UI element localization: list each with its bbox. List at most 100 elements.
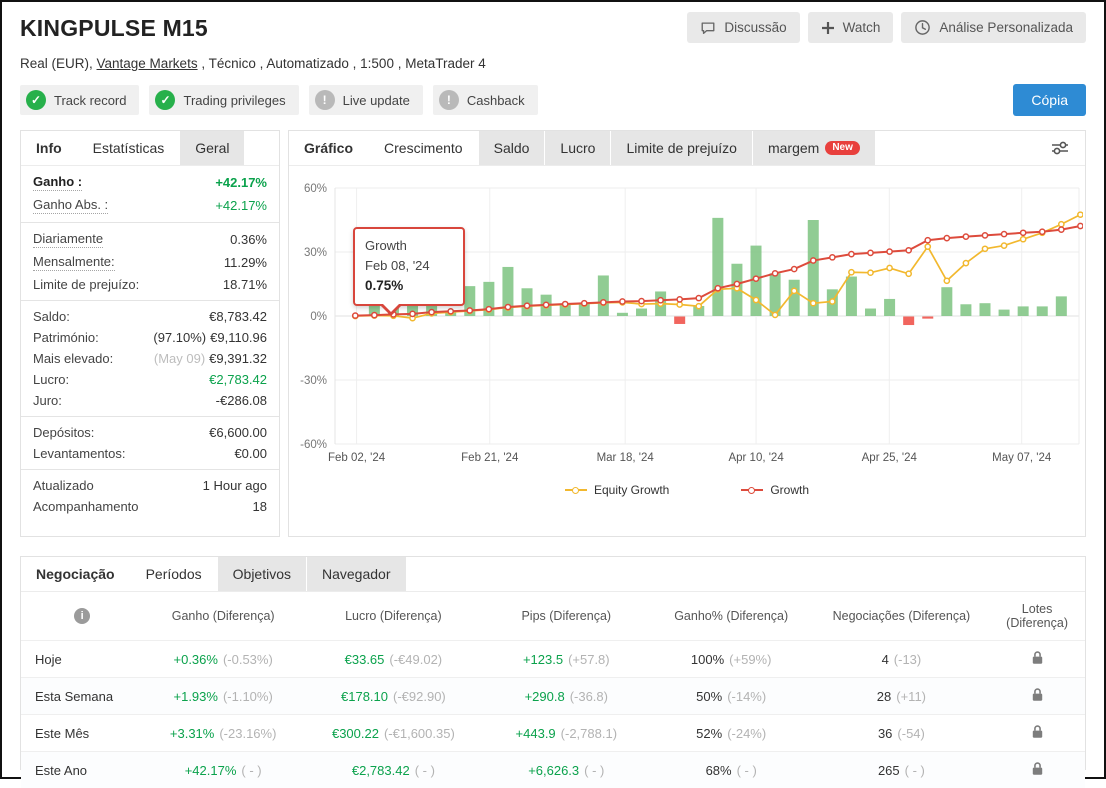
stat-value-main: 0.36% [230, 232, 267, 247]
stat-value: +42.17% [215, 175, 267, 190]
cell-diff: ( - ) [905, 763, 925, 778]
tab-label: Crescimento [384, 140, 463, 156]
cell-value: +6,626.3 [528, 763, 579, 778]
column-label: Pips (Diferença) [521, 609, 611, 623]
stat-row-mais-elevado: Mais elevado:(May 09)€9,391.32 [21, 348, 279, 369]
stat-value: 18 [253, 499, 267, 514]
cell-lotes [989, 715, 1085, 752]
tab-estat-sticas[interactable]: Estatísticas [78, 131, 180, 165]
badge-track-record[interactable]: ✓Track record [20, 85, 139, 115]
cell-value: €2,783.42 [352, 763, 410, 778]
tab-navegador[interactable]: Navegador [307, 557, 406, 591]
cell-diff: (-1.10%) [223, 689, 273, 704]
badge-cashback[interactable]: !Cashback [433, 85, 538, 115]
info-icon[interactable]: i [74, 608, 90, 624]
periods-tabs: NegociaçãoPeríodosObjetivosNavegador [21, 557, 1085, 592]
legend-item-equity-growth[interactable]: Equity Growth [565, 483, 669, 497]
stat-label: Juro: [33, 393, 62, 408]
discussion-button[interactable]: Discussão [687, 12, 799, 43]
info-tabs: InfoEstatísticasGeral [21, 131, 279, 166]
stat-group-1: Diariamente0.36%Mensalmente:11.29%Limite… [21, 222, 279, 300]
tab-lucro[interactable]: Lucro [545, 131, 610, 165]
tab-per-odos[interactable]: Períodos [131, 557, 217, 591]
badge-live-update[interactable]: !Live update [309, 85, 423, 115]
tab-negocia-o[interactable]: Negociação [21, 557, 130, 591]
stat-row-mensalmente: Mensalmente:11.29% [21, 251, 279, 274]
exclamation-circle-icon: ! [315, 90, 335, 110]
stat-row-patrim-nio: Património:(97.10%)€9,110.96 [21, 327, 279, 348]
stat-value-main: €2,783.42 [209, 372, 267, 387]
broker-link[interactable]: Vantage Markets [97, 56, 198, 71]
lock-icon [1031, 724, 1044, 739]
chart-tabs: Gráfico Crescimento SaldoLucroLimite de pr… [289, 131, 1085, 166]
growth-chart-svg[interactable]: 60%30%0%-30%-60%Feb 02, '24Feb 21, '24Ma… [289, 176, 1083, 468]
tab-margem[interactable]: margemNew [753, 131, 875, 165]
stat-value-prefix: (97.10%) [153, 330, 206, 345]
cell-value: 100% [691, 652, 724, 667]
stat-value: 18.71% [223, 277, 267, 292]
cell-lotes [989, 752, 1085, 788]
legend-marker-icon [565, 489, 587, 491]
tab-objetivos[interactable]: Objetivos [218, 557, 306, 591]
cell-diff: (-€92.90) [393, 689, 446, 704]
growth-chart[interactable]: 60%30%0%-30%-60%Feb 02, '24Feb 21, '24Ma… [289, 166, 1085, 473]
chart-settings-button[interactable] [1045, 131, 1075, 165]
chat-bubble-icon [700, 20, 716, 36]
cell-diff: (-14%) [727, 689, 766, 704]
stat-label: Levantamentos: [33, 446, 126, 461]
lots-locked-button[interactable] [1031, 724, 1044, 742]
page-title: KINGPULSE M15 [20, 15, 208, 42]
cell-negocia-es-diferen-a: 4(-13) [814, 641, 990, 678]
tab-saldo[interactable]: Saldo [479, 131, 545, 165]
cell-value: 4 [882, 652, 889, 667]
lots-locked-button[interactable] [1031, 650, 1044, 668]
legend-label: Equity Growth [594, 483, 669, 497]
cell-lucro-diferen-a: €300.22(-€1,600.35) [303, 715, 484, 752]
tab-limite-de-preju-zo[interactable]: Limite de prejuízo [611, 131, 752, 165]
cell-value: 52% [696, 726, 722, 741]
lots-locked-button[interactable] [1031, 761, 1044, 779]
stat-row-levantamentos: Levantamentos:€0.00 [21, 443, 279, 464]
cell-negocia-es-diferen-a: 36(-54) [814, 715, 990, 752]
cell-value: +443.9 [516, 726, 556, 741]
stat-label: Património: [33, 330, 99, 345]
new-badge: New [825, 141, 860, 155]
copy-button[interactable]: Cópia [1013, 84, 1086, 116]
svg-text:60%: 60% [304, 183, 327, 195]
stat-group-0: Ganho :+42.17%Ganho Abs. :+42.17% [21, 166, 279, 222]
cell-lotes [989, 641, 1085, 678]
cell-lucro-diferen-a: €33.65(-€49.02) [303, 641, 484, 678]
tab-geral[interactable]: Geral [180, 131, 244, 165]
badge-trading-privileges[interactable]: ✓Trading privileges [149, 85, 298, 115]
tab-gr-fico[interactable]: Gráfico [289, 131, 368, 165]
svg-text:Feb 02, '24: Feb 02, '24 [328, 452, 386, 464]
periods-panel: NegociaçãoPeríodosObjetivosNavegador iGa… [20, 556, 1086, 770]
cell-diff: ( - ) [241, 763, 261, 778]
cell-value: 265 [878, 763, 900, 778]
stat-label: Mensalmente: [33, 254, 115, 271]
statistics-list: Ganho :+42.17%Ganho Abs. :+42.17%Diariam… [21, 166, 279, 522]
table-row-este-m-s: Este Mês+3.31%(-23.16%)€300.22(-€1,600.3… [21, 715, 1085, 752]
tab-label: Gráfico [304, 140, 353, 156]
stat-value-main: +42.17% [215, 198, 267, 213]
cell-pips-diferen-a: +6,626.3( - ) [484, 752, 649, 788]
lock-icon [1031, 687, 1044, 702]
column-lucro-diferen-a: Lucro (Diferença) [303, 592, 484, 641]
cell-ganho-diferen-a: +0.36%(-0.53%) [143, 641, 303, 678]
stat-value: 1 Hour ago [203, 478, 267, 493]
custom-analysis-button[interactable]: Análise Personalizada [901, 12, 1086, 43]
lots-locked-button[interactable] [1031, 687, 1044, 705]
tab-crescimento[interactable]: Crescimento [369, 131, 478, 165]
legend-marker-icon [741, 489, 763, 491]
cell-diff: (+57.8) [568, 652, 610, 667]
cell-ganho-diferen-a: 50%(-14%) [649, 678, 814, 715]
watch-button[interactable]: Watch [808, 12, 894, 43]
svg-text:-60%: -60% [300, 439, 327, 451]
legend-item-growth[interactable]: Growth [741, 483, 809, 497]
chart-legend: Equity Growth Growth [289, 483, 1085, 497]
stat-label: Atualizado [33, 478, 94, 493]
header-actions: Discussão Watch Análise Personalizada [687, 12, 1086, 43]
tab-info[interactable]: Info [21, 131, 77, 165]
custom-analysis-label: Análise Personalizada [939, 20, 1073, 35]
cell-pips-diferen-a: +290.8(-36.8) [484, 678, 649, 715]
